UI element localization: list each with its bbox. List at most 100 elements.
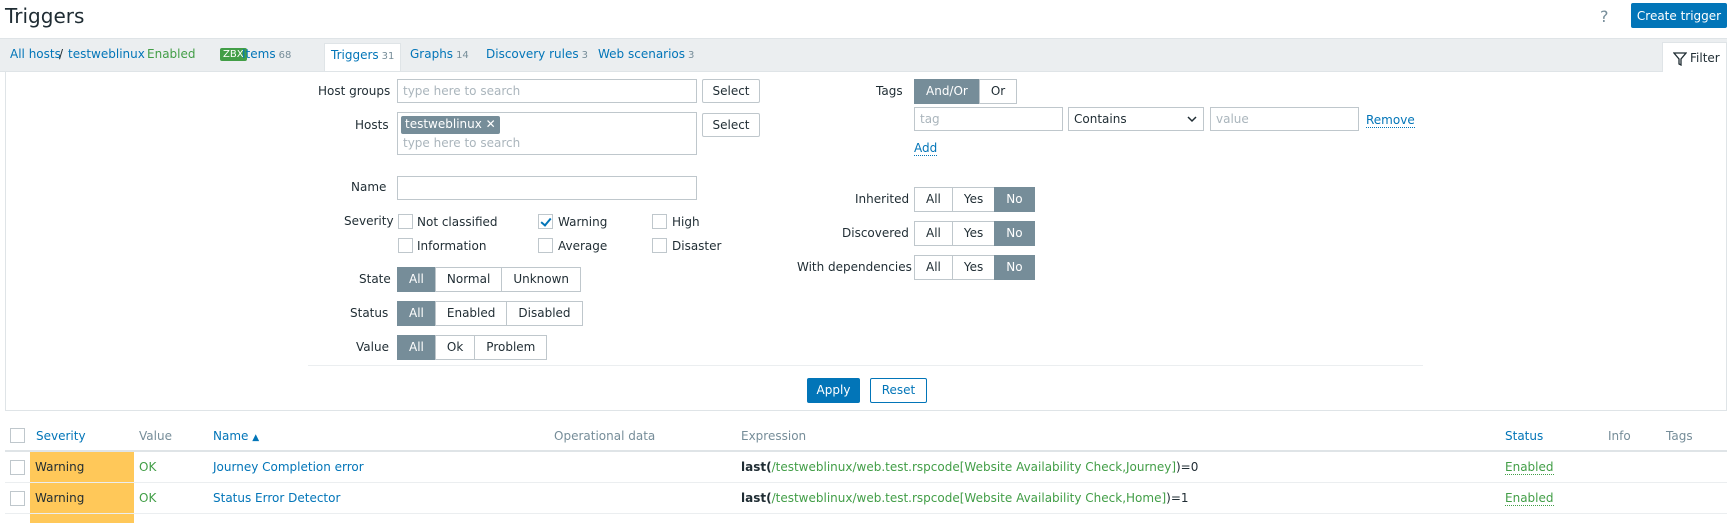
severity-information-checkbox[interactable] [398,238,413,253]
reset-button[interactable]: Reset [870,378,927,403]
tag-name-input[interactable]: tag [914,107,1063,131]
hosts-search-placeholder[interactable]: type here to search [403,136,520,150]
filter-tab[interactable]: Filter [1662,42,1727,74]
hosts-multiselect[interactable]: testweblinux ✕ type here to search [397,112,697,155]
status-toggle-link[interactable]: Enabled [1505,460,1554,475]
row-checkbox[interactable] [10,491,25,506]
severity-disaster-label: Disaster [672,239,722,253]
severity-disaster-checkbox[interactable] [652,238,667,253]
value-ok[interactable]: Ok [434,335,476,360]
expression-item-link[interactable]: /testweblinux/web.test.rspcode[Website A… [772,491,1167,505]
inherited-no[interactable]: No [994,187,1035,212]
status-radio-group: All Enabled Disabled [397,301,583,326]
column-expression: Expression [741,429,807,443]
state-label: State [359,272,391,286]
graphs-tab[interactable]: Graphs 14 [410,47,469,61]
with-dependencies-radio-group: All Yes No [914,255,1035,280]
graphs-tab-label[interactable]: Graphs [410,47,453,61]
discovery-rules-tab-label[interactable]: Discovery rules [486,47,579,61]
state-unknown[interactable]: Unknown [501,267,582,292]
host-chip[interactable]: testweblinux ✕ [401,116,500,134]
create-trigger-button[interactable]: Create trigger [1631,3,1727,28]
column-tags: Tags [1666,429,1693,443]
severity-average-checkbox[interactable] [538,238,553,253]
inherited-yes[interactable]: Yes [951,187,996,212]
discovered-yes[interactable]: Yes [951,221,996,246]
tag-operator-select[interactable]: Contains [1068,107,1204,131]
row-checkbox[interactable] [10,460,25,475]
tags-and-or[interactable]: And/Or [914,79,980,104]
column-severity[interactable]: Severity [36,429,86,443]
expression-cell: last(/testweblinux/web.test.rspcode[Webs… [741,491,1189,505]
host-link[interactable]: testweblinux [68,47,145,61]
severity-warning-checkbox[interactable] [538,214,553,229]
severity-not-classified-checkbox[interactable] [398,214,413,229]
hosts-select-button[interactable]: Select [702,113,760,137]
expression-function: last [741,460,767,474]
add-tag-link[interactable]: Add [914,141,938,156]
tag-value-input[interactable]: value [1210,107,1359,131]
items-tab-label[interactable]: Items [242,47,276,61]
filter-icon [1673,52,1687,66]
expression-cell: last(/testweblinux/web.test.rspcode[Webs… [741,460,1198,474]
discovery-rules-count: 3 [581,50,588,61]
host-chip-label: testweblinux [405,117,482,131]
web-scenarios-tab[interactable]: Web scenarios 3 [598,47,694,61]
status-toggle-link[interactable]: Enabled [1505,491,1554,506]
column-name[interactable]: Name ▲ [213,429,259,443]
table-row-partial [5,514,1727,523]
value-all[interactable]: All [397,335,436,360]
table-row: Warning OK Journey Completion error last… [5,452,1727,483]
tags-evaltype-radio-group: And/Or Or [914,79,1018,104]
apply-button[interactable]: Apply [807,378,860,403]
status-all[interactable]: All [397,301,436,326]
severity-label: Severity [344,214,394,228]
status-enabled[interactable]: Enabled [434,301,508,326]
inherited-all[interactable]: All [914,187,953,212]
severity-cell: Warning [30,483,134,513]
web-scenarios-count: 3 [688,50,695,61]
severity-cell: Warning [30,452,134,482]
remove-tag-link[interactable]: Remove [1366,113,1415,128]
state-radio-group: All Normal Unknown [397,267,582,292]
discovery-rules-tab[interactable]: Discovery rules 3 [486,47,588,61]
triggers-count: 31 [381,51,395,62]
name-input[interactable] [397,176,697,200]
state-normal[interactable]: Normal [434,267,503,292]
web-scenarios-tab-label[interactable]: Web scenarios [598,47,685,61]
chevron-down-icon [1187,116,1197,123]
remove-chip-icon[interactable]: ✕ [486,117,496,131]
column-value: Value [139,429,172,443]
triggers-tab[interactable]: Triggers 31 [324,43,402,71]
discovered-all[interactable]: All [914,221,953,246]
items-tab[interactable]: Items 68 [242,47,291,61]
page-title: Triggers [5,4,85,28]
triggers-tab-label[interactable]: Triggers [331,48,379,62]
inherited-label: Inherited [855,192,910,206]
expression-item-link[interactable]: /testweblinux/web.test.rspcode[Website A… [772,460,1176,474]
tags-label: Tags [876,84,903,98]
with-dependencies-label: With dependencies [797,260,912,274]
select-all-checkbox[interactable] [10,428,25,443]
value-problem[interactable]: Problem [474,335,548,360]
tags-or[interactable]: Or [978,79,1018,104]
column-info: Info [1608,429,1631,443]
status-disabled[interactable]: Disabled [506,301,583,326]
host-groups-input[interactable]: type here to search [397,79,697,103]
discovered-no[interactable]: No [994,221,1035,246]
column-status[interactable]: Status [1505,429,1543,443]
host-groups-select-button[interactable]: Select [702,79,760,103]
with-dependencies-no[interactable]: No [994,255,1035,280]
help-icon[interactable]: ? [1600,7,1609,26]
severity-average-label: Average [558,239,608,253]
with-dependencies-yes[interactable]: Yes [951,255,996,280]
trigger-name-link[interactable]: Status Error Detector [213,491,340,505]
trigger-name-link[interactable]: Journey Completion error [213,460,364,474]
state-all[interactable]: All [397,267,436,292]
table-row: Warning OK Status Error Detector last(/t… [5,483,1727,514]
value-radio-group: All Ok Problem [397,335,548,360]
host-status-enabled[interactable]: Enabled [147,47,196,61]
severity-high-checkbox[interactable] [652,214,667,229]
all-hosts-link[interactable]: All hosts [10,47,61,61]
with-dependencies-all[interactable]: All [914,255,953,280]
